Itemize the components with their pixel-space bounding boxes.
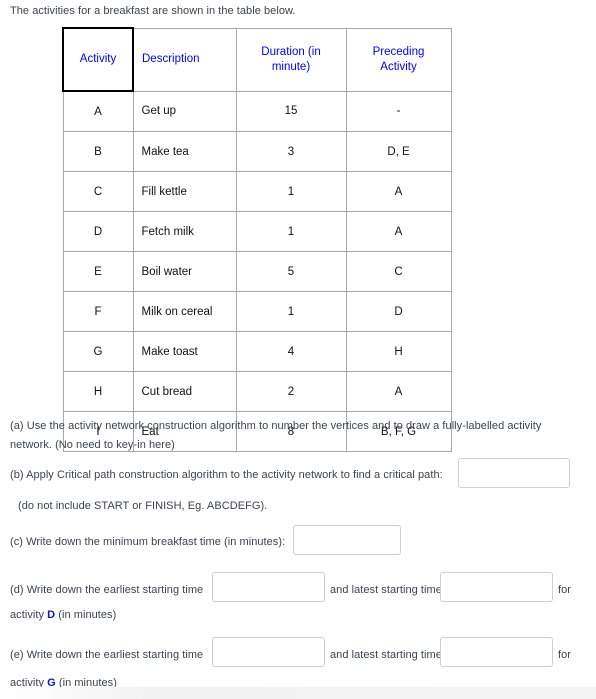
table-header-row: Activity Description Duration (in minute… [62, 27, 452, 92]
cell-activity: H [62, 371, 134, 412]
cell-activity: D [62, 211, 134, 252]
table-body: A Get up 15 - B Make tea 3 D, E C Fill k… [62, 90, 452, 452]
cell-duration: 1 [235, 171, 347, 212]
question-b-note: (do not include START or FINISH, Eg. ABC… [18, 500, 268, 512]
column-header-activity: Activity [62, 27, 134, 92]
cell-description: Make toast [132, 331, 237, 372]
cell-description: Cut bread [132, 371, 237, 412]
cell-preceding: A [345, 171, 452, 212]
table-row: A Get up 15 - [62, 90, 452, 132]
cell-duration: 15 [235, 90, 347, 132]
question-e-middle-label: and latest starting time [330, 649, 442, 661]
column-header-preceding-activity: Preceding Activity [345, 27, 452, 92]
table-row: B Make tea 3 D, E [62, 131, 452, 172]
intro-text: The activities for a breakfast are shown… [10, 5, 296, 17]
cell-description: Boil water [132, 251, 237, 292]
question-page: The activities for a breakfast are shown… [0, 0, 596, 699]
cell-activity: A [62, 90, 134, 132]
cell-activity: G [62, 331, 134, 372]
question-d-tail-prefix: activity [10, 609, 45, 621]
cell-preceding: H [345, 331, 452, 372]
critical-path-input[interactable] [458, 458, 570, 488]
page-bottom-band [0, 687, 596, 699]
activity-d-latest-start-input[interactable] [440, 572, 553, 602]
activity-g-earliest-start-input[interactable] [212, 637, 325, 667]
cell-preceding: - [345, 90, 452, 132]
cell-duration: 1 [235, 211, 347, 252]
cell-preceding: D [345, 291, 452, 332]
cell-activity: F [62, 291, 134, 332]
question-d-activity-letter: D [47, 609, 56, 621]
activity-table-container: Activity Description Duration (in minute… [62, 27, 452, 452]
question-a-text: (a) Use the activity network constructio… [10, 420, 542, 451]
cell-preceding: A [345, 211, 452, 252]
cell-description: Milk on cereal [132, 291, 237, 332]
activity-d-earliest-start-input[interactable] [212, 572, 325, 602]
table-row: H Cut bread 2 A [62, 371, 452, 412]
column-header-description: Description [132, 27, 237, 92]
table-row: C Fill kettle 1 A [62, 171, 452, 212]
cell-duration: 4 [235, 331, 347, 372]
cell-activity: B [62, 131, 134, 172]
activity-table: Activity Description Duration (in minute… [62, 27, 452, 452]
cell-duration: 3 [235, 131, 347, 172]
cell-activity: E [62, 251, 134, 292]
table-row: G Make toast 4 H [62, 331, 452, 372]
cell-description: Make tea [132, 131, 237, 172]
cell-preceding: D, E [345, 131, 452, 172]
question-c-text: (c) Write down the minimum breakfast tim… [10, 536, 286, 548]
table-header: Activity Description Duration (in minute… [62, 27, 452, 92]
question-d-text: (d) Write down the earliest starting tim… [10, 584, 204, 596]
cell-preceding: C [345, 251, 452, 292]
cell-duration: 2 [235, 371, 347, 412]
cell-description: Fill kettle [132, 171, 237, 212]
cell-preceding: A [345, 371, 452, 412]
cell-duration: 1 [235, 291, 347, 332]
table-row: E Boil water 5 C [62, 251, 452, 292]
cell-duration: 5 [235, 251, 347, 292]
question-b-text: (b) Apply Critical path construction alg… [10, 469, 443, 481]
cell-activity: C [62, 171, 134, 212]
question-d-tail-suffix: (in minutes) [58, 609, 117, 621]
activity-g-latest-start-input[interactable] [440, 637, 553, 667]
question-d-for-label: for [558, 584, 571, 596]
question-d-tail: activity D (in minutes) [10, 609, 116, 621]
question-d-middle-label: and latest starting time [330, 584, 442, 596]
table-row: D Fetch milk 1 A [62, 211, 452, 252]
column-header-duration: Duration (in minute) [235, 27, 347, 92]
table-row: F Milk on cereal 1 D [62, 291, 452, 332]
cell-description: Get up [132, 90, 237, 132]
minimum-breakfast-time-input[interactable] [293, 525, 401, 555]
question-e-for-label: for [558, 649, 571, 661]
question-e-text: (e) Write down the earliest starting tim… [10, 649, 204, 661]
cell-description: Fetch milk [132, 211, 237, 252]
